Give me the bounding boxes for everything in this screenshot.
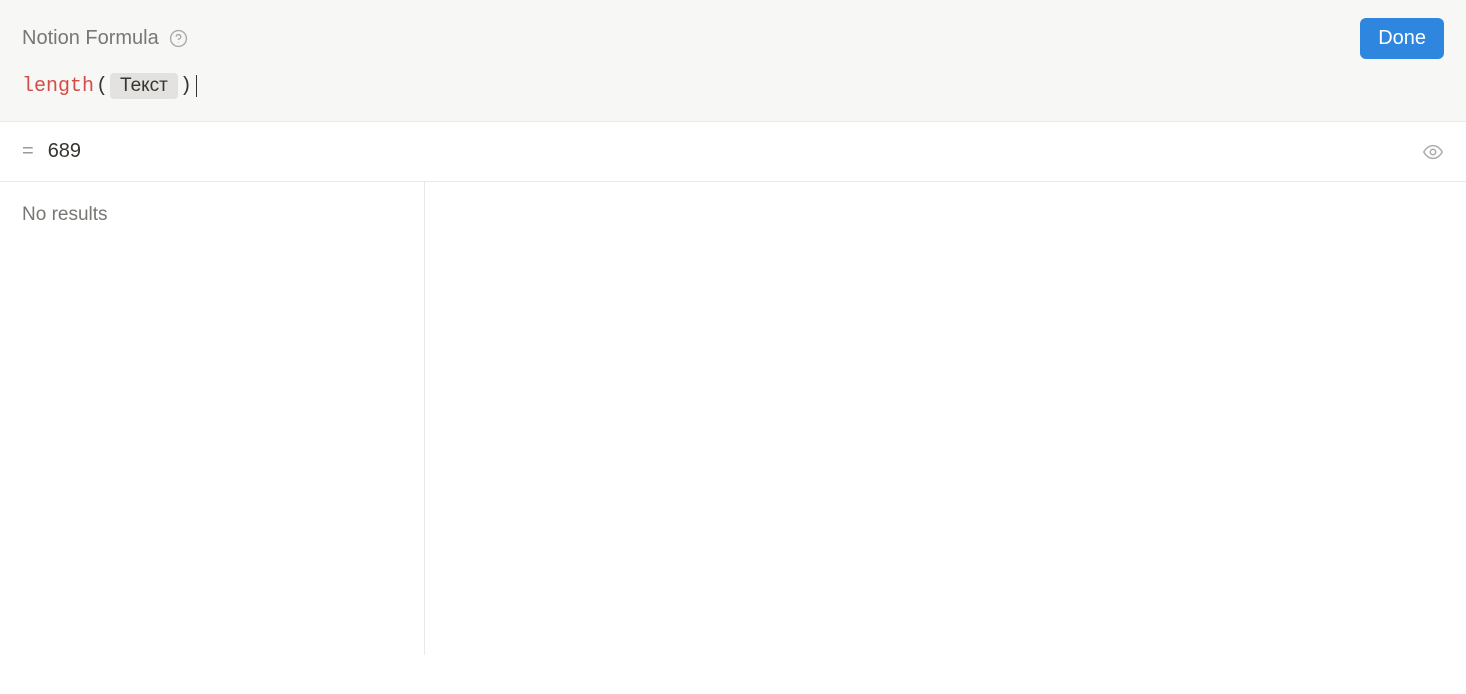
editor-title: Notion Formula bbox=[22, 27, 159, 50]
function-name-token: length bbox=[22, 75, 94, 98]
suggestions-pane: No results bbox=[0, 182, 425, 655]
done-button[interactable]: Done bbox=[1360, 18, 1444, 59]
equals-icon: = bbox=[22, 140, 34, 163]
title-left: Notion Formula bbox=[22, 27, 189, 50]
eye-icon[interactable] bbox=[1422, 141, 1444, 163]
text-cursor bbox=[196, 75, 197, 97]
title-row: Notion Formula Done bbox=[0, 0, 1466, 59]
formula-header: Notion Formula Done length ( Текст ) bbox=[0, 0, 1466, 122]
close-paren: ) bbox=[180, 75, 192, 98]
result-row: = 689 bbox=[0, 122, 1466, 182]
no-results-text: No results bbox=[22, 204, 402, 226]
result-left: = 689 bbox=[22, 140, 81, 163]
open-paren: ( bbox=[96, 75, 108, 98]
documentation-pane bbox=[425, 182, 1466, 655]
bottom-panes: No results bbox=[0, 182, 1466, 655]
formula-input[interactable]: length ( Текст ) bbox=[0, 59, 1466, 121]
help-icon[interactable] bbox=[169, 29, 189, 49]
result-value: 689 bbox=[48, 140, 81, 163]
property-token[interactable]: Текст bbox=[110, 73, 178, 99]
